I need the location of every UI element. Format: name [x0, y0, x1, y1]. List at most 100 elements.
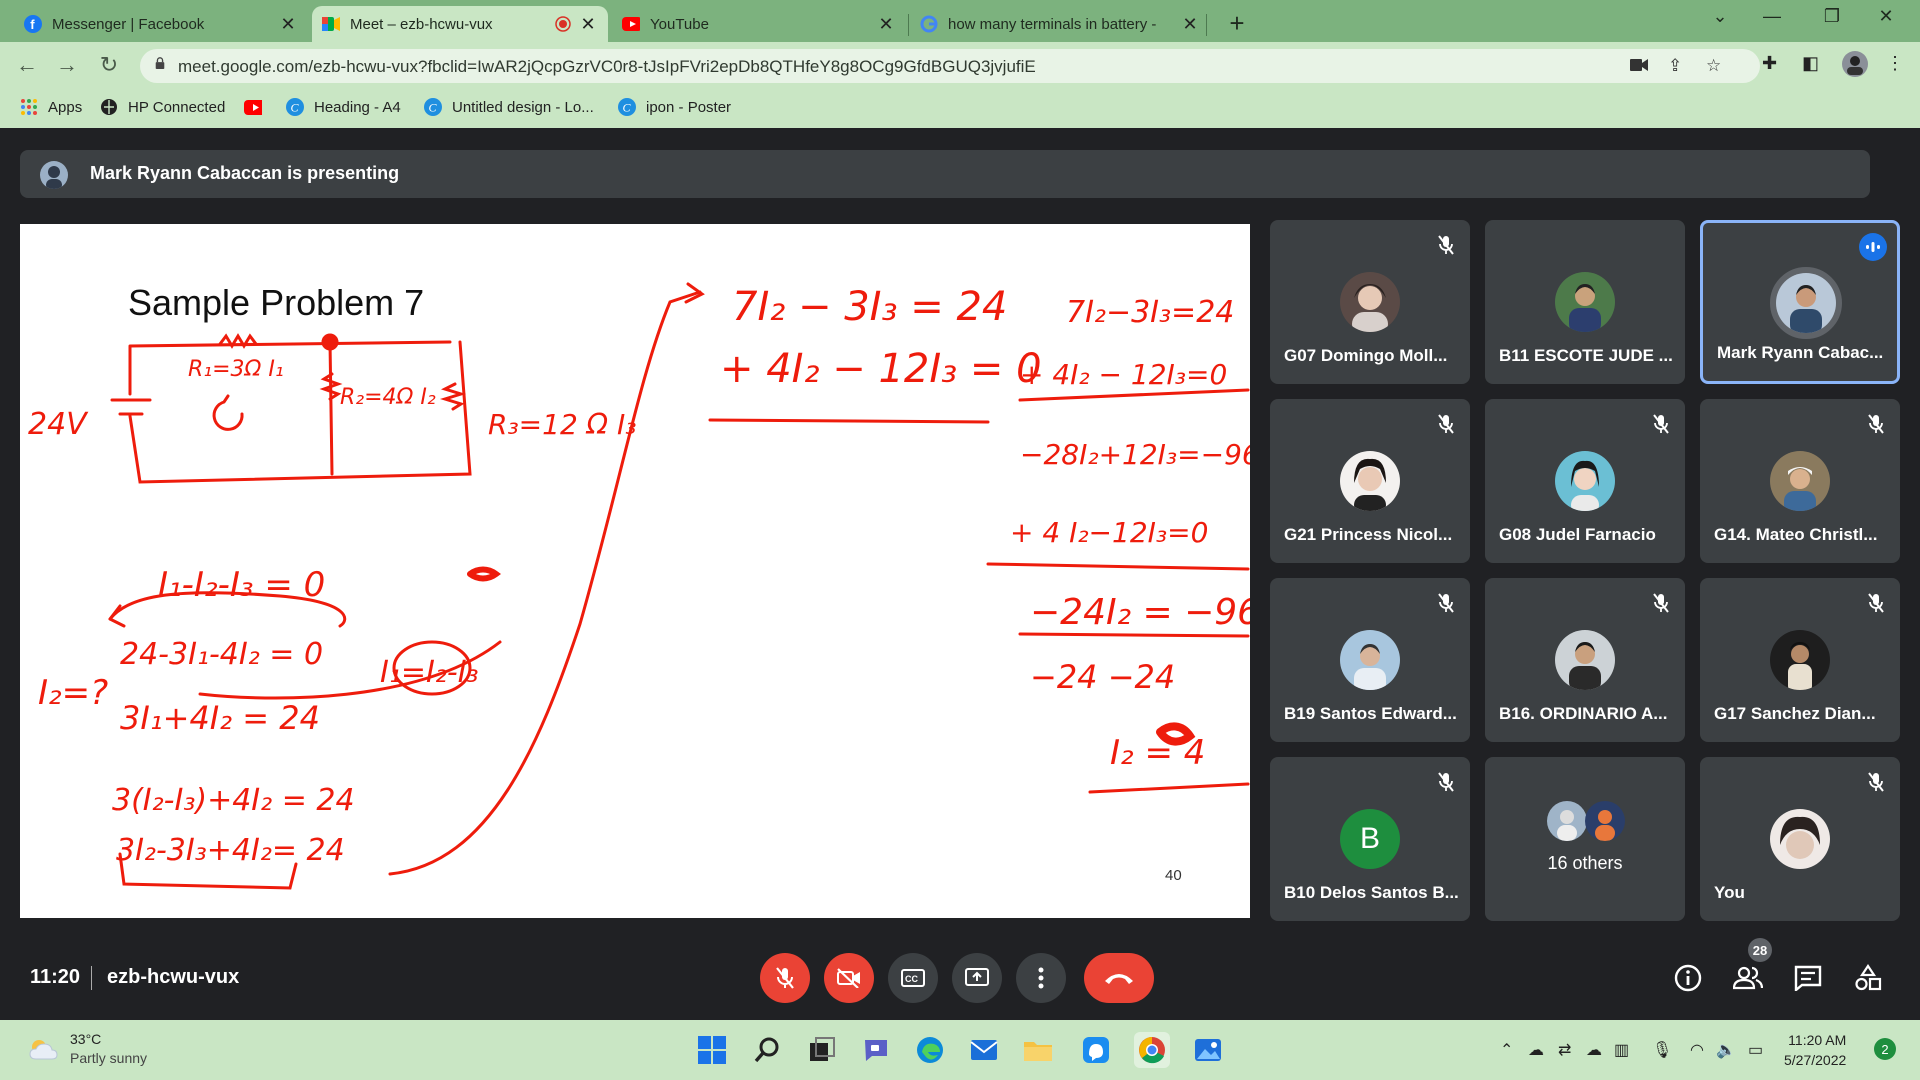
- mic-off-icon: [1868, 593, 1884, 613]
- participant-tile[interactable]: G08 Judel Farnacio: [1485, 399, 1685, 563]
- meeting-details-button[interactable]: [1672, 962, 1704, 994]
- svg-text:+ 4I₂ − 12I₃=0: + 4I₂ − 12I₃=0: [1020, 358, 1227, 391]
- participant-tile[interactable]: G21 Princess Nicol...: [1270, 399, 1470, 563]
- teams-chat-icon[interactable]: [858, 1032, 894, 1068]
- side-panel-icon[interactable]: ◧: [1802, 53, 1819, 74]
- onedrive-icon[interactable]: ☁: [1586, 1040, 1602, 1060]
- more-vert-icon: [1038, 967, 1044, 989]
- avatar: [1340, 630, 1400, 690]
- extensions-icon[interactable]: ✚: [1762, 53, 1777, 74]
- people-button[interactable]: [1732, 962, 1764, 994]
- shared-slide: Sample Problem 7 40 24V R₁=3Ω I₁ R₂=4Ω I…: [20, 224, 1250, 918]
- edge-browser-icon[interactable]: [912, 1032, 948, 1068]
- svg-text:3I₂-3I₃+4I₂= 24: 3I₂-3I₃+4I₂= 24: [116, 833, 345, 868]
- show-hidden-icons-icon[interactable]: ⌃: [1500, 1040, 1513, 1060]
- speaking-indicator-icon: [1859, 233, 1887, 261]
- tab-separator: [908, 14, 909, 36]
- others-tile[interactable]: 16 others: [1485, 757, 1685, 921]
- participant-tile[interactable]: G17 Sanchez Dian...: [1700, 578, 1900, 742]
- taskbar-clock[interactable]: 11:20 AM 5/27/2022: [1784, 1030, 1846, 1070]
- share-icon[interactable]: ⇪: [1668, 56, 1682, 76]
- bookmark-heading-a4[interactable]: C Heading - A4: [286, 98, 401, 116]
- close-icon[interactable]: ✕: [876, 14, 896, 35]
- participant-tile-speaking[interactable]: Mark Ryann Cabac...: [1700, 220, 1900, 384]
- restore-button[interactable]: ❐: [1812, 6, 1852, 27]
- participant-tile[interactable]: G07 Domingo Moll...: [1270, 220, 1470, 384]
- chrome-icon[interactable]: [1134, 1032, 1170, 1068]
- forward-icon[interactable]: →: [52, 52, 82, 78]
- close-icon[interactable]: ✕: [1180, 14, 1200, 35]
- menu-dots-icon[interactable]: ⋮: [1886, 53, 1904, 74]
- participant-tile-self[interactable]: You: [1700, 757, 1900, 921]
- participant-name: B16. ORDINARIO A...: [1499, 704, 1668, 723]
- svg-text:I₂=?: I₂=?: [38, 673, 108, 713]
- close-icon[interactable]: ✕: [578, 14, 598, 35]
- captions-button[interactable]: CC: [888, 953, 938, 1003]
- participant-tile[interactable]: G14. Mateo Christl...: [1700, 399, 1900, 563]
- participant-name: B10 Delos Santos B...: [1284, 883, 1459, 902]
- camera-toggle-button[interactable]: [824, 953, 874, 1003]
- participant-name: G07 Domingo Moll...: [1284, 346, 1448, 365]
- bookmark-label: Untitled design - Lo...: [452, 98, 594, 116]
- present-screen-icon: [965, 968, 989, 986]
- more-options-button[interactable]: [1016, 953, 1066, 1003]
- partly-sunny-icon: [29, 1040, 58, 1060]
- bookmark-hp-connected[interactable]: HP Connected: [100, 98, 225, 116]
- participant-tile[interactable]: B B10 Delos Santos B...: [1270, 757, 1470, 921]
- activities-button[interactable]: [1852, 962, 1884, 994]
- reload-icon[interactable]: ↻: [94, 52, 124, 78]
- present-screen-button[interactable]: [952, 953, 1002, 1003]
- camera-icon[interactable]: [1630, 56, 1648, 76]
- leave-call-button[interactable]: [1084, 953, 1154, 1003]
- taskbar-date: 5/27/2022: [1784, 1052, 1847, 1068]
- microphone-icon[interactable]: 🎙: [1652, 1040, 1672, 1060]
- file-explorer-icon[interactable]: [1020, 1032, 1056, 1068]
- new-tab-button[interactable]: +: [1222, 8, 1252, 39]
- participant-tile[interactable]: B19 Santos Edward...: [1270, 578, 1470, 742]
- equalizer-icon[interactable]: ▥: [1614, 1040, 1629, 1060]
- photos-app-icon[interactable]: [1190, 1032, 1226, 1068]
- battery-icon[interactable]: ▭: [1748, 1040, 1763, 1060]
- back-icon[interactable]: ←: [12, 52, 42, 78]
- bookmark-ipon-poster[interactable]: C ipon - Poster: [618, 98, 731, 116]
- bookmark-youtube[interactable]: [244, 98, 272, 116]
- close-window-button[interactable]: ✕: [1866, 6, 1906, 27]
- svg-text:−28I₂+12I₃=−96: −28I₂+12I₃=−96: [1020, 438, 1250, 471]
- svg-text:I₁-I₂-I₃ = 0: I₁-I₂-I₃ = 0: [158, 565, 325, 605]
- close-icon[interactable]: ✕: [278, 14, 298, 35]
- tab-messenger[interactable]: f Messenger | Facebook ✕: [14, 6, 308, 42]
- wifi-icon[interactable]: ◠: [1690, 1040, 1704, 1060]
- volume-icon[interactable]: 🔈: [1716, 1040, 1736, 1060]
- presenting-banner: Mark Ryann Cabaccan is presenting: [20, 150, 1870, 198]
- bookmark-apps[interactable]: Apps: [20, 98, 82, 116]
- tab-youtube[interactable]: YouTube ✕: [612, 6, 906, 42]
- chat-button[interactable]: [1792, 962, 1824, 994]
- windows-start-icon[interactable]: [694, 1032, 730, 1068]
- search-icon[interactable]: [750, 1032, 786, 1068]
- participant-tile[interactable]: B11 ESCOTE JUDE ...: [1485, 220, 1685, 384]
- participant-count-badge: 28: [1748, 938, 1772, 962]
- svg-text:3I₁+4I₂ = 24: 3I₁+4I₂ = 24: [120, 699, 320, 737]
- profile-avatar-icon[interactable]: [1842, 51, 1868, 82]
- minimize-button[interactable]: —: [1752, 6, 1792, 27]
- taskbar-time: 11:20 AM: [1788, 1032, 1847, 1048]
- cloud-sync-icon[interactable]: ☁: [1528, 1040, 1544, 1060]
- svg-text:−24 −24: −24 −24: [1030, 658, 1175, 696]
- tab-google-search[interactable]: how many terminals in battery - ✕: [910, 6, 1210, 42]
- network-arrows-icon[interactable]: ⇄: [1558, 1040, 1571, 1060]
- tab-search-icon[interactable]: ⌄: [1700, 6, 1740, 27]
- weather-widget[interactable]: 33°C Partly sunny: [28, 1030, 147, 1068]
- svg-text:3(I₂-I₃)+4I₂ = 24: 3(I₂-I₃)+4I₂ = 24: [112, 783, 355, 818]
- star-icon[interactable]: ☆: [1706, 56, 1721, 76]
- mail-icon[interactable]: [966, 1032, 1002, 1068]
- tab-meet[interactable]: Meet – ezb-hcwu-vux ✕: [312, 6, 608, 42]
- participant-tile[interactable]: B16. ORDINARIO A...: [1485, 578, 1685, 742]
- messenger-app-icon[interactable]: [1078, 1032, 1114, 1068]
- address-bar[interactable]: meet.google.com/ezb-hcwu-vux?fbclid=IwAR…: [140, 49, 1760, 83]
- microphone-toggle-button[interactable]: [760, 953, 810, 1003]
- avatar: [1340, 451, 1400, 511]
- svg-text:CC: CC: [905, 974, 918, 984]
- bookmark-untitled-design[interactable]: C Untitled design - Lo...: [424, 98, 594, 116]
- notification-badge[interactable]: 2: [1874, 1038, 1896, 1060]
- task-view-icon[interactable]: [804, 1032, 840, 1068]
